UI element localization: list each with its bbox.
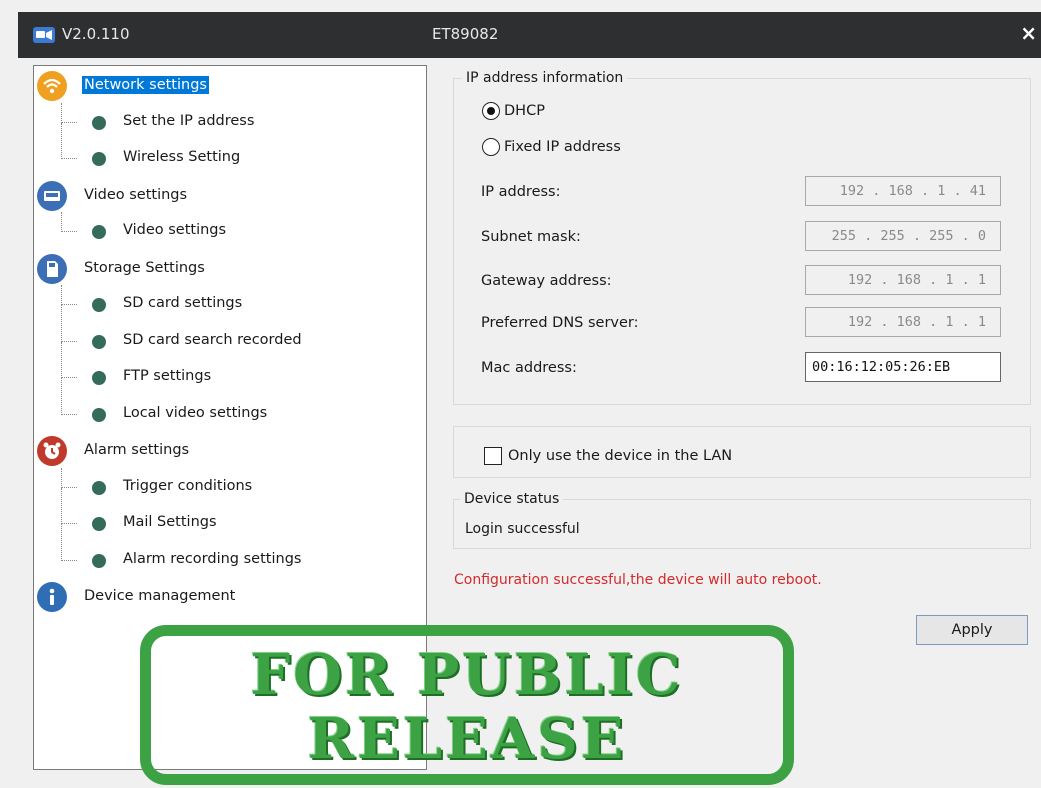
dhcp-radio[interactable]: DHCP — [482, 102, 545, 120]
tree-group-video-settings[interactable]: Video settings — [34, 180, 424, 211]
tree-connector — [61, 122, 77, 159]
tree-item-label: Set the IP address — [123, 112, 255, 129]
tree-group-device-management[interactable]: Device management — [34, 582, 424, 612]
tree-group-label: Storage Settings — [84, 259, 205, 276]
subnet-mask-field[interactable]: 255 . 255 . 255 . 0 — [805, 221, 1001, 251]
stamp-line-2: RELEASE — [307, 706, 627, 772]
bullet-icon — [92, 225, 106, 239]
dns-label: Preferred DNS server: — [481, 315, 639, 331]
tree-group-label: Alarm settings — [84, 442, 190, 458]
tree-item-label: Video settings — [123, 222, 227, 238]
tree-connector — [61, 487, 77, 524]
fixed-ip-radio[interactable]: Fixed IP address — [482, 138, 621, 156]
tree-group-label: Device management — [84, 588, 236, 604]
tree-item-mail-settings[interactable]: Mail Settings — [34, 487, 424, 539]
tree-item-wireless-setting[interactable]: Wireless Setting — [34, 122, 424, 174]
tree-item-set-the-ip-address[interactable]: Set the IP address — [34, 102, 424, 138]
tree-group-label: Network settings — [82, 76, 209, 94]
close-icon[interactable]: × — [1020, 21, 1037, 45]
lan-only-checkbox-box[interactable] — [484, 447, 502, 465]
alarm-clock-icon — [37, 436, 67, 466]
apply-button[interactable]: Apply — [916, 615, 1028, 645]
mac-address-label: Mac address: — [481, 360, 577, 376]
device-id: ET89082 — [432, 25, 499, 43]
device-status-title: Device status — [460, 491, 564, 507]
tree-item-ftp-settings[interactable]: FTP settings — [34, 341, 424, 393]
fixed-ip-radio-circle[interactable] — [482, 138, 500, 156]
tree-connector — [61, 341, 77, 378]
bullet-icon — [92, 298, 106, 312]
tree-item-local-video-settings[interactable]: Local video settings — [34, 378, 424, 430]
bullet-icon — [92, 152, 106, 166]
mac-address-field[interactable]: 00:16:12:05:26:EB — [805, 352, 1001, 382]
tree-item-sd-card-search-recorded[interactable]: SD card search recorded — [34, 305, 424, 357]
bullet-icon — [92, 517, 106, 531]
tree-connector — [61, 305, 77, 342]
tree-group-network-settings[interactable]: Network settings — [34, 71, 424, 101]
config-message: Configuration successful,the device will… — [454, 572, 822, 588]
tree-item-label: Local video settings — [123, 404, 268, 421]
bullet-icon — [92, 553, 106, 568]
bullet-icon — [92, 334, 106, 349]
title-bar: V2.0.110 ET89082 × — [18, 12, 1041, 58]
app-version: V2.0.110 — [62, 25, 130, 43]
ip-info-title: IP address information — [462, 70, 628, 86]
tree-item-label: SD card search recorded — [123, 331, 302, 348]
tree-group-storage-settings[interactable]: Storage Settings — [34, 253, 424, 284]
gateway-label: Gateway address: — [481, 273, 612, 289]
bullet-icon — [92, 407, 106, 422]
ip-address-field[interactable]: 192 . 168 . 1 . 41 — [805, 176, 1001, 206]
stamp-line-1: FOR PUBLIC — [250, 642, 684, 708]
device-status-text: Login successful — [465, 521, 580, 537]
tree-group-alarm-settings[interactable]: Alarm settings — [34, 436, 424, 466]
tree-item-label: Trigger conditions — [123, 477, 253, 494]
video-icon — [37, 180, 67, 211]
tree-item-alarm-recording-settings[interactable]: Alarm recording settings — [34, 524, 424, 576]
tree-item-label: SD card settings — [123, 295, 243, 311]
storage-icon — [37, 253, 67, 284]
fixed-ip-label: Fixed IP address — [504, 139, 621, 155]
tree-item-label: FTP settings — [123, 368, 212, 384]
lan-only-checkbox[interactable]: Only use the device in the LAN — [484, 447, 732, 465]
tree-connector — [61, 467, 77, 488]
tree-connector — [61, 212, 77, 232]
bullet-icon — [92, 480, 106, 495]
bullet-icon — [92, 115, 106, 130]
tree-group-label: Video settings — [84, 186, 188, 203]
info-icon — [37, 582, 67, 612]
tree-connector — [61, 378, 77, 415]
tree-item-trigger-conditions[interactable]: Trigger conditions — [34, 467, 424, 503]
tree-item-label: Mail Settings — [123, 514, 217, 530]
tree-connector — [61, 102, 77, 123]
dhcp-radio-circle[interactable] — [482, 102, 500, 120]
dhcp-label: DHCP — [504, 103, 545, 119]
public-release-stamp: FOR PUBLIC RELEASE — [140, 625, 794, 785]
wifi-icon — [37, 71, 67, 101]
lan-only-label: Only use the device in the LAN — [508, 448, 733, 464]
camera-app-icon — [33, 27, 55, 43]
bullet-icon — [92, 371, 106, 385]
gateway-field[interactable]: 192 . 168 . 1 . 1 — [805, 265, 1001, 295]
dns-field[interactable]: 192 . 168 . 1 . 1 — [805, 307, 1001, 337]
tree-item-sd-card-settings[interactable]: SD card settings — [34, 285, 424, 320]
tree-item-video-settings[interactable]: Video settings — [34, 212, 424, 247]
ip-address-label: IP address: — [481, 184, 561, 200]
tree-item-label: Wireless Setting — [123, 149, 241, 165]
tree-connector — [61, 524, 77, 561]
settings-window: V2.0.110 ET89082 × Network settings Set t… — [0, 0, 1041, 788]
tree-item-label: Alarm recording settings — [123, 550, 302, 567]
tree-connector — [61, 285, 77, 305]
subnet-mask-label: Subnet mask: — [481, 229, 581, 245]
